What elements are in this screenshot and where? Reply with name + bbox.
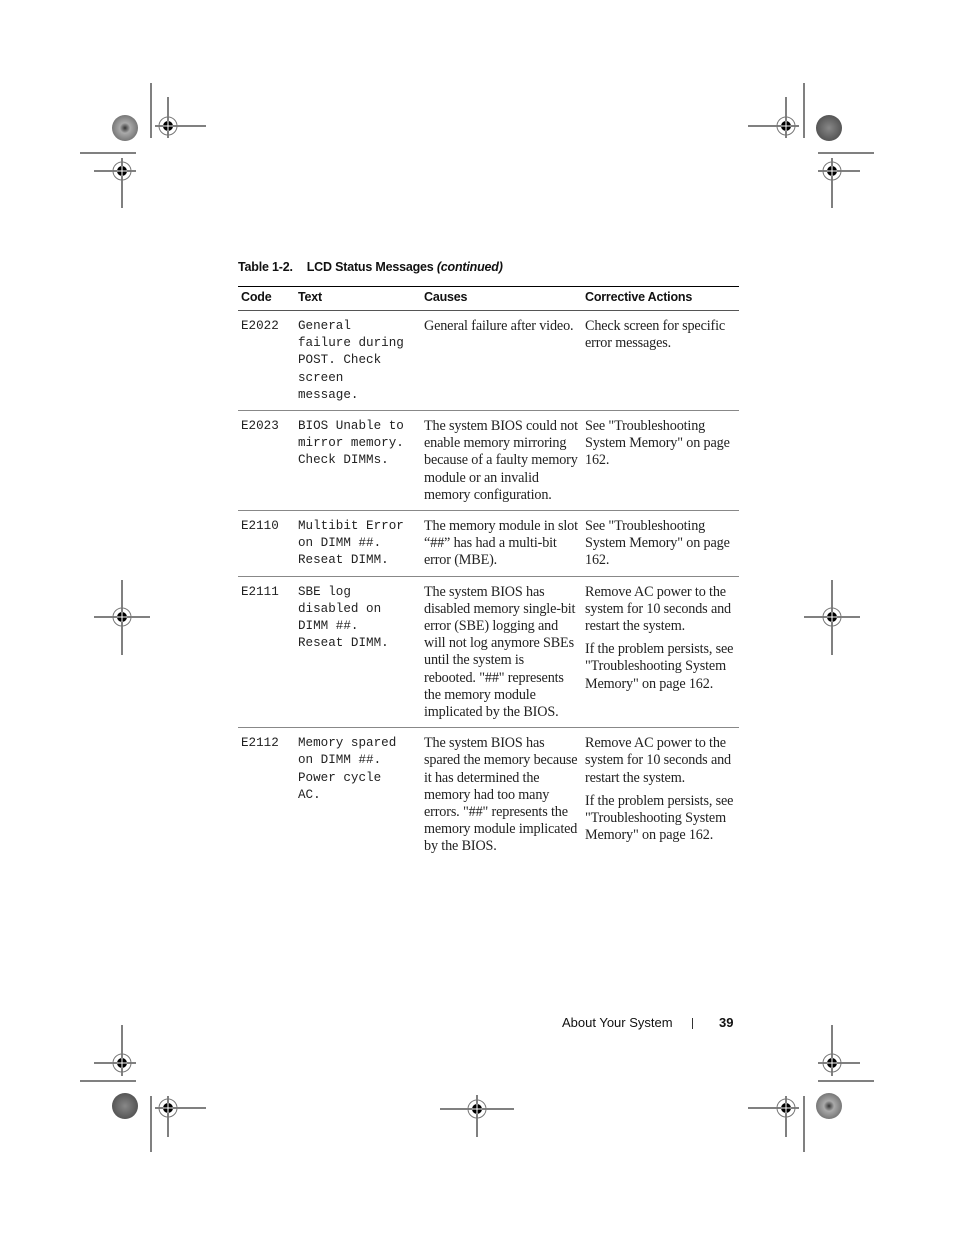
column-header-code: Code (238, 286, 295, 311)
table-title: LCD Status Messages (306, 260, 434, 274)
cell-cause: The system BIOS has spared the memory be… (424, 735, 578, 855)
registration-mark-mid-right (804, 580, 860, 655)
cell-text: General failure during POST. Check scree… (295, 310, 421, 412)
table-continued-label: (continued) (436, 260, 503, 274)
cell-corrective-action: Remove AC power to the system for 10 sec… (582, 728, 739, 862)
footer-separator (692, 1018, 693, 1029)
action-paragraph: See "Troubleshooting System Memory" on p… (585, 518, 730, 569)
registration-mark-top-right (748, 83, 874, 208)
column-header-text: Text (295, 286, 421, 311)
lcd-status-messages-table: Code Text Causes Corrective Actions E202… (238, 286, 739, 862)
column-header-corrective-actions: Corrective Actions (582, 286, 739, 311)
footer-section-title: About Your System (562, 1015, 673, 1030)
action-paragraph: If the problem persists, see "Troublesho… (585, 641, 734, 692)
cell-corrective-action: Check screen for specific error messages… (582, 310, 739, 412)
registration-mark-top-left (80, 83, 206, 208)
cell-cause: General failure after video. (421, 310, 582, 412)
cell-cause: The memory module in slot “##” has had a… (421, 510, 582, 577)
cell-code: E2023 (238, 410, 295, 512)
column-header-causes: Causes (421, 286, 582, 311)
page-footer: About Your System 39 (562, 1015, 733, 1030)
action-paragraph: Remove AC power to the system for 10 sec… (585, 735, 731, 786)
action-paragraph: See "Troubleshooting System Memory" on p… (585, 418, 730, 469)
cell-text: SBE log disabled on DIMM ##. Reseat DIMM… (295, 576, 421, 729)
table-row: E2110 Multibit Error on DIMM ##. Reseat … (238, 510, 739, 577)
cell-corrective-action: Remove AC power to the system for 10 sec… (582, 576, 739, 729)
cell-cause: The system BIOS has disabled memory sing… (421, 576, 582, 729)
action-paragraph: Check screen for specific error messages… (585, 318, 726, 352)
table-header-row: Code Text Causes Corrective Actions (238, 286, 739, 311)
cell-text: Multibit Error on DIMM ##. Reseat DIMM. (295, 510, 421, 577)
cell-cause: The system BIOS could not enable memory … (421, 410, 582, 512)
table-number: Table 1-2. (238, 260, 293, 274)
table-row: E2111 SBE log disabled on DIMM ##. Resea… (238, 576, 739, 729)
cell-code: E2112 (241, 736, 279, 751)
cell-code: E2110 (238, 510, 295, 577)
table-row: E2112 Memory spared on DIMM ##. Power cy… (238, 728, 739, 862)
registration-mark-bottom-right (748, 1025, 874, 1152)
registration-mark-bottom-left (80, 1025, 206, 1152)
cell-corrective-action: See "Troubleshooting System Memory" on p… (582, 410, 739, 512)
action-paragraph: If the problem persists, see "Troublesho… (585, 792, 734, 844)
cell-text: Memory spared on DIMM ##. Power cycle AC… (298, 736, 397, 802)
table-row: E2023 BIOS Unable to mirror memory. Chec… (238, 410, 739, 512)
cell-code: E2111 (238, 576, 295, 729)
table-caption: Table 1-2. LCD Status Messages (continued… (238, 260, 503, 274)
registration-mark-bottom-center (440, 1095, 514, 1137)
cell-corrective-action: See "Troubleshooting System Memory" on p… (582, 510, 739, 577)
registration-mark-mid-left (94, 580, 150, 655)
cell-code: E2022 (238, 310, 295, 412)
page-number: 39 (719, 1015, 734, 1030)
table-row: E2022 General failure during POST. Check… (238, 310, 739, 412)
cell-text: BIOS Unable to mirror memory. Check DIMM… (295, 410, 421, 512)
action-paragraph: Remove AC power to the system for 10 sec… (585, 583, 731, 635)
